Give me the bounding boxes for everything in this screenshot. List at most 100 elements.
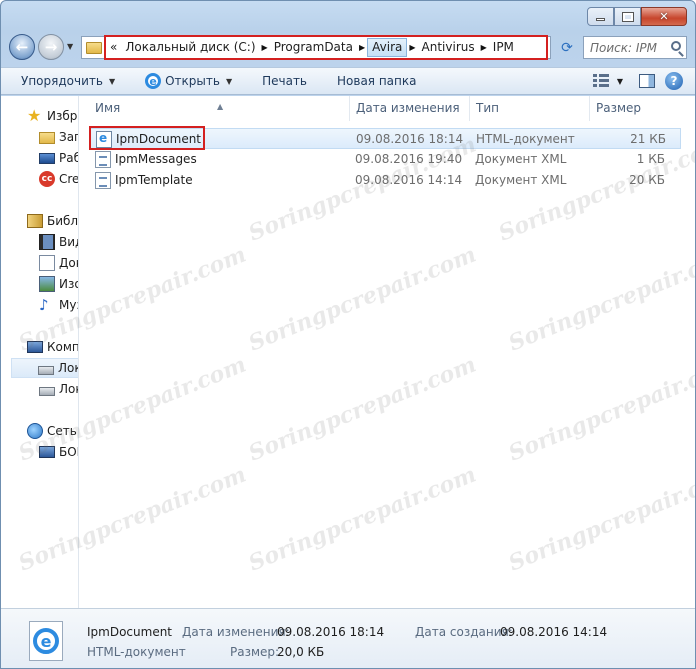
file-type: Документ XML bbox=[475, 152, 567, 166]
chevron-right-icon[interactable]: ▶ bbox=[479, 43, 489, 52]
sidebar-item-label: Локальный диск (D:) bbox=[59, 382, 78, 396]
breadcrumb-programdata[interactable]: ProgramData bbox=[270, 38, 357, 57]
recent-pages-dropdown[interactable]: ▼ bbox=[67, 42, 73, 51]
sidebar-item-music[interactable]: ♪ Музыка bbox=[39, 295, 78, 315]
computer-icon bbox=[27, 341, 43, 353]
column-header-size[interactable]: Размер bbox=[589, 96, 683, 121]
file-name: IpmMessages bbox=[115, 152, 197, 166]
image-icon bbox=[39, 276, 55, 292]
file-size: 21 КБ bbox=[630, 132, 666, 146]
preview-pane-icon[interactable] bbox=[639, 74, 655, 88]
chevron-down-icon: ▼ bbox=[108, 76, 116, 86]
breadcrumb-antivirus[interactable]: Antivirus bbox=[418, 38, 479, 57]
star-icon: ★ bbox=[27, 106, 42, 125]
breadcrumb-ipm[interactable]: IPM bbox=[489, 38, 518, 57]
xml-file-icon bbox=[95, 172, 111, 189]
desktop-icon bbox=[39, 152, 55, 164]
organize-button[interactable]: Упорядочить ▼ bbox=[21, 74, 115, 88]
sidebar-item-label: Загрузки bbox=[59, 130, 78, 144]
command-bar: Упорядочить ▼ e Открыть ▼ Печать Новая п… bbox=[1, 67, 695, 95]
sidebar-item-creative-cloud[interactable]: cc Creative Cloud Files bbox=[39, 169, 79, 189]
table-row[interactable]: IpmMessages 09.08.2016 19:40 Документ XM… bbox=[89, 149, 681, 170]
sidebar-item-label: Избранное bbox=[47, 109, 78, 123]
minimize-button[interactable] bbox=[587, 7, 614, 26]
sidebar-item-libraries[interactable]: Библиотеки bbox=[27, 211, 78, 231]
file-size: 1 КБ bbox=[636, 152, 665, 166]
sidebar-item-videos[interactable]: Видео bbox=[39, 232, 78, 252]
file-size: 20 КБ bbox=[629, 173, 665, 187]
column-header-date[interactable]: Дата изменения bbox=[349, 96, 469, 121]
sidebar-item-network[interactable]: Сеть bbox=[27, 421, 77, 441]
column-header-type[interactable]: Тип bbox=[469, 96, 589, 121]
refresh-button[interactable]: ⟳ bbox=[555, 38, 579, 58]
close-button[interactable]: ✕ bbox=[641, 7, 687, 26]
organize-label: Упорядочить bbox=[21, 74, 103, 88]
creative-cloud-icon: cc bbox=[39, 171, 55, 187]
sidebar-item-downloads[interactable]: Загрузки bbox=[39, 127, 78, 147]
highlight-frame bbox=[89, 126, 205, 150]
sidebar-item-label: Музыка bbox=[59, 298, 78, 312]
drive-icon bbox=[38, 365, 54, 375]
caption-buttons: ✕ bbox=[587, 7, 687, 26]
search-icon bbox=[671, 41, 681, 51]
sidebar-item-favorites[interactable]: ★ Избранное bbox=[27, 106, 78, 126]
file-type: Документ XML bbox=[475, 173, 567, 187]
address-bar[interactable]: « Локальный диск (C:) ▶ ProgramData ▶ Av… bbox=[81, 35, 551, 60]
sidebar-item-label: Creative Cloud Files bbox=[59, 172, 79, 186]
sidebar-item-label: Локальный диск (C:) bbox=[58, 361, 78, 375]
drive-icon bbox=[39, 386, 55, 396]
breadcrumb-overflow[interactable]: « bbox=[106, 38, 121, 57]
details-size-value: 20,0 КБ bbox=[277, 645, 325, 659]
column-headers: Имя ▲ Дата изменения Тип Размер bbox=[85, 96, 685, 121]
sidebar-item-label: Рабочий стол bbox=[59, 151, 79, 165]
breadcrumb-local-disk[interactable]: Локальный диск (C:) bbox=[121, 38, 259, 57]
search-input[interactable]: Поиск: IPM bbox=[583, 36, 687, 59]
internet-explorer-icon: e bbox=[145, 73, 162, 89]
file-date: 09.08.2016 19:40 bbox=[355, 152, 463, 166]
file-name: IpmTemplate bbox=[115, 173, 193, 187]
sidebar-item-local-disk-d[interactable]: Локальный диск (D:) bbox=[39, 379, 78, 399]
forward-arrow-icon: → bbox=[44, 38, 58, 56]
column-header-label: Имя bbox=[95, 101, 121, 115]
sidebar-item-images[interactable]: Изображения bbox=[39, 274, 78, 294]
library-icon bbox=[27, 214, 43, 228]
sidebar-item-label: БОРИС-ПК bbox=[59, 445, 78, 459]
file-date: 09.08.2016 14:14 bbox=[355, 173, 463, 187]
breadcrumb: « Локальный диск (C:) ▶ ProgramData ▶ Av… bbox=[104, 35, 548, 60]
sidebar-item-documents[interactable]: Документы bbox=[39, 253, 78, 273]
maximize-icon bbox=[621, 11, 634, 22]
file-list: Имя▲ Дата изменения Тип Размер IpmDocume… bbox=[85, 96, 685, 608]
sidebar-item-desktop[interactable]: Рабочий стол bbox=[39, 148, 79, 168]
chevron-down-icon: ▼ bbox=[225, 76, 233, 86]
breadcrumb-avira[interactable]: Avira bbox=[367, 38, 408, 57]
sidebar-item-pc[interactable]: БОРИС-ПК bbox=[39, 442, 78, 462]
view-options-icon[interactable] bbox=[592, 74, 609, 88]
chevron-down-icon[interactable]: ▼ bbox=[617, 77, 623, 86]
internet-explorer-icon: e bbox=[33, 628, 59, 654]
chevron-right-icon[interactable]: ▶ bbox=[357, 43, 367, 52]
column-header-name[interactable]: Имя ▲ bbox=[89, 96, 349, 121]
chevron-right-icon[interactable]: ▶ bbox=[260, 43, 270, 52]
details-size-label: Размер: bbox=[230, 645, 280, 659]
column-header-label: Размер bbox=[596, 101, 642, 115]
print-button[interactable]: Печать bbox=[262, 74, 307, 88]
maximize-button[interactable] bbox=[614, 7, 641, 26]
video-icon bbox=[39, 234, 55, 250]
chevron-right-icon[interactable]: ▶ bbox=[407, 43, 417, 52]
details-created-label: Дата создания: bbox=[415, 625, 513, 639]
view-controls: ▼ ? bbox=[592, 72, 683, 90]
table-row[interactable]: IpmTemplate 09.08.2016 14:14 Документ XM… bbox=[89, 170, 681, 191]
sidebar-item-label: Компьютер bbox=[47, 340, 79, 354]
help-icon[interactable]: ? bbox=[665, 72, 683, 90]
refresh-icon: ⟳ bbox=[561, 40, 573, 56]
open-button[interactable]: e Открыть ▼ bbox=[145, 73, 232, 89]
network-icon bbox=[27, 423, 43, 439]
new-folder-button[interactable]: Новая папка bbox=[337, 74, 416, 88]
sidebar-item-label: Видео bbox=[59, 235, 78, 249]
sidebar-item-local-disk-c[interactable]: Локальный диск (C:) bbox=[11, 358, 78, 378]
forward-button[interactable]: → bbox=[38, 34, 64, 60]
sidebar-item-label: Документы bbox=[59, 256, 78, 270]
sidebar-item-label: Сеть bbox=[47, 424, 77, 438]
sidebar-item-computer[interactable]: Компьютер bbox=[27, 337, 79, 357]
back-button[interactable]: ← bbox=[9, 34, 35, 60]
